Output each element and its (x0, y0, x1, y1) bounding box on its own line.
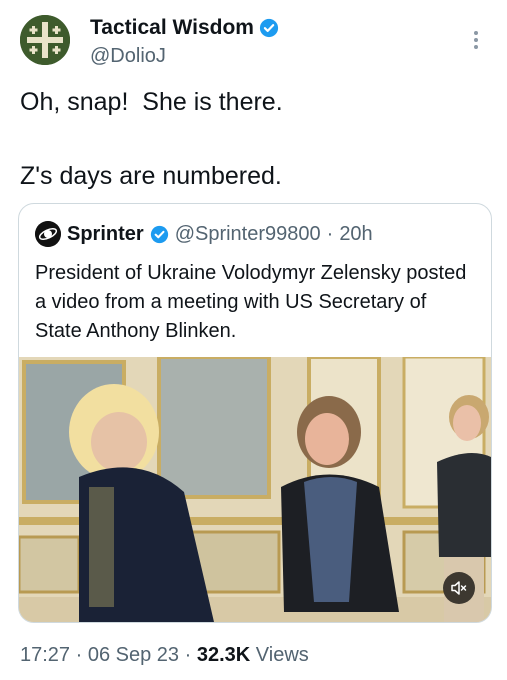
quoted-tweet-text: President of Ukraine Volodymyr Zelensky … (35, 262, 467, 342)
verified-badge-icon (150, 225, 168, 243)
muted-speaker-icon (451, 581, 467, 595)
quoted-author-handle[interactable]: @Sprinter99800 (175, 223, 321, 246)
views-label[interactable]: Views (256, 644, 309, 666)
globe-logo-icon (35, 221, 61, 247)
jerusalem-cross-icon (20, 15, 70, 65)
tweet-text-line-2: Z's days are numbered. (20, 162, 282, 190)
tweet-date[interactable]: 06 Sep 23 (88, 644, 179, 666)
author-name[interactable]: Tactical Wisdom (90, 16, 254, 40)
more-options-icon[interactable] (474, 28, 480, 52)
author-handle[interactable]: @DolioJ (90, 45, 166, 68)
verified-badge-icon (259, 18, 279, 38)
views-count[interactable]: 32.3K (197, 644, 250, 666)
quoted-author-name[interactable]: Sprinter (67, 223, 144, 246)
author-name-row[interactable]: Tactical Wisdom (90, 16, 279, 40)
separator-dot: · (326, 222, 334, 245)
quoted-tweet-header: Sprinter @Sprinter99800 · 20h (35, 221, 373, 247)
separator-dot: · (184, 644, 192, 666)
tweet-text-line-1: Oh, snap! She is there. (20, 88, 283, 116)
separator-dot: · (75, 644, 83, 666)
quoted-timestamp[interactable]: 20h (339, 223, 372, 246)
mute-toggle[interactable] (443, 572, 475, 604)
tweet-time[interactable]: 17:27 (20, 644, 70, 666)
video-thumbnail[interactable] (19, 357, 491, 622)
tweet-metadata: 17:27 · 06 Sep 23 · 32.3K Views (20, 644, 309, 667)
quoted-author-avatar[interactable] (35, 221, 61, 247)
quoted-tweet-card[interactable]: Sprinter @Sprinter99800 · 20h President … (18, 203, 492, 623)
author-avatar[interactable] (20, 15, 70, 65)
video-frame (19, 357, 491, 622)
